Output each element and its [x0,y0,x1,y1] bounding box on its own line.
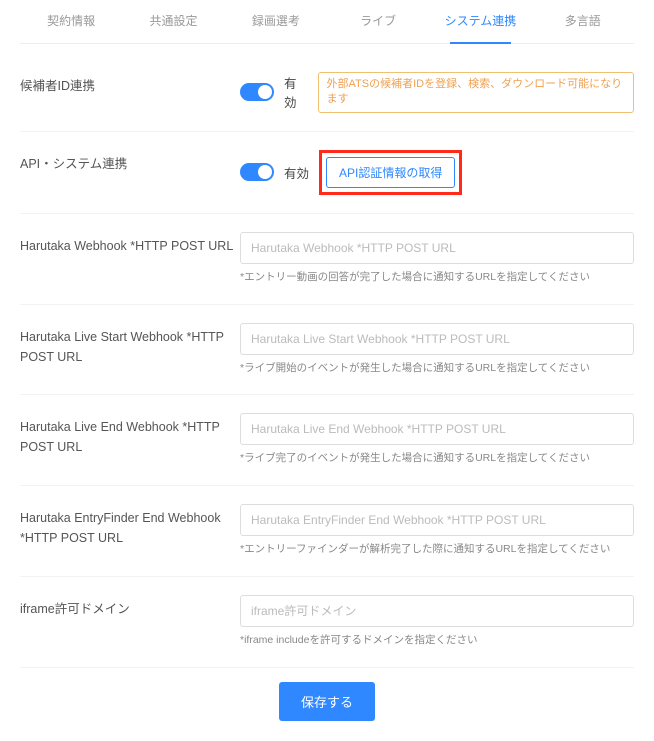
input-live-start[interactable] [240,323,634,355]
row-live-start: Harutaka Live Start Webhook *HTTP POST U… [20,305,634,396]
row-webhook: Harutaka Webhook *HTTP POST URL *エントリー動画… [20,214,634,305]
label-live-end: Harutaka Live End Webhook *HTTP POST URL [20,413,240,457]
toggle-label-api-system: 有効 [284,163,309,182]
tab-video-selection[interactable]: 録画選考 [225,0,327,43]
label-live-start: Harutaka Live Start Webhook *HTTP POST U… [20,323,240,367]
row-iframe: iframe許可ドメイン *iframe includeを許可するドメインを指定… [20,577,634,668]
label-webhook: Harutaka Webhook *HTTP POST URL [20,232,240,256]
input-entryfinder[interactable] [240,504,634,536]
label-entryfinder: Harutaka EntryFinder End Webhook *HTTP P… [20,504,240,548]
input-iframe[interactable] [240,595,634,627]
input-webhook[interactable] [240,232,634,264]
row-live-end: Harutaka Live End Webhook *HTTP POST URL… [20,395,634,486]
hint-live-end: *ライブ完了のイベントが発生した場合に通知するURLを指定してください [240,451,634,467]
label-api-system: API・システム連携 [20,150,240,174]
tab-live[interactable]: ライブ [327,0,429,43]
save-button[interactable]: 保存する [279,682,375,721]
tabs: 契約情報 共通設定 録画選考 ライブ システム連携 多言語 [20,0,634,44]
hint-iframe: *iframe includeを許可するドメインを指定ください [240,633,634,649]
save-row: 保存する [20,668,634,721]
tab-common-settings[interactable]: 共通設定 [122,0,224,43]
hint-entryfinder: *エントリーファインダーが解析完了した際に通知するURLを指定してください [240,542,634,558]
tab-multilingual[interactable]: 多言語 [532,0,634,43]
hint-webhook: *エントリー動画の回答が完了した場合に通知するURLを指定してください [240,270,634,286]
tab-contract[interactable]: 契約情報 [20,0,122,43]
toggle-api-system[interactable] [240,163,274,181]
tab-system-integration[interactable]: システム連携 [429,0,531,43]
api-credentials-button[interactable]: API認証情報の取得 [326,157,455,188]
toggle-label-candidate-id: 有効 [284,73,308,111]
label-iframe: iframe許可ドメイン [20,595,240,619]
note-candidate-id: 外部ATSの候補者IDを登録、検索、ダウンロード可能になります [318,72,634,113]
toggle-candidate-id[interactable] [240,83,274,101]
highlight-api-button: API認証情報の取得 [319,150,462,195]
row-entryfinder: Harutaka EntryFinder End Webhook *HTTP P… [20,486,634,577]
label-candidate-id: 候補者ID連携 [20,72,240,96]
row-candidate-id: 候補者ID連携 有効 外部ATSの候補者IDを登録、検索、ダウンロード可能になり… [20,54,634,132]
input-live-end[interactable] [240,413,634,445]
hint-live-start: *ライブ開始のイベントが発生した場合に通知するURLを指定してください [240,361,634,377]
row-api-system: API・システム連携 有効 API認証情報の取得 [20,132,634,214]
